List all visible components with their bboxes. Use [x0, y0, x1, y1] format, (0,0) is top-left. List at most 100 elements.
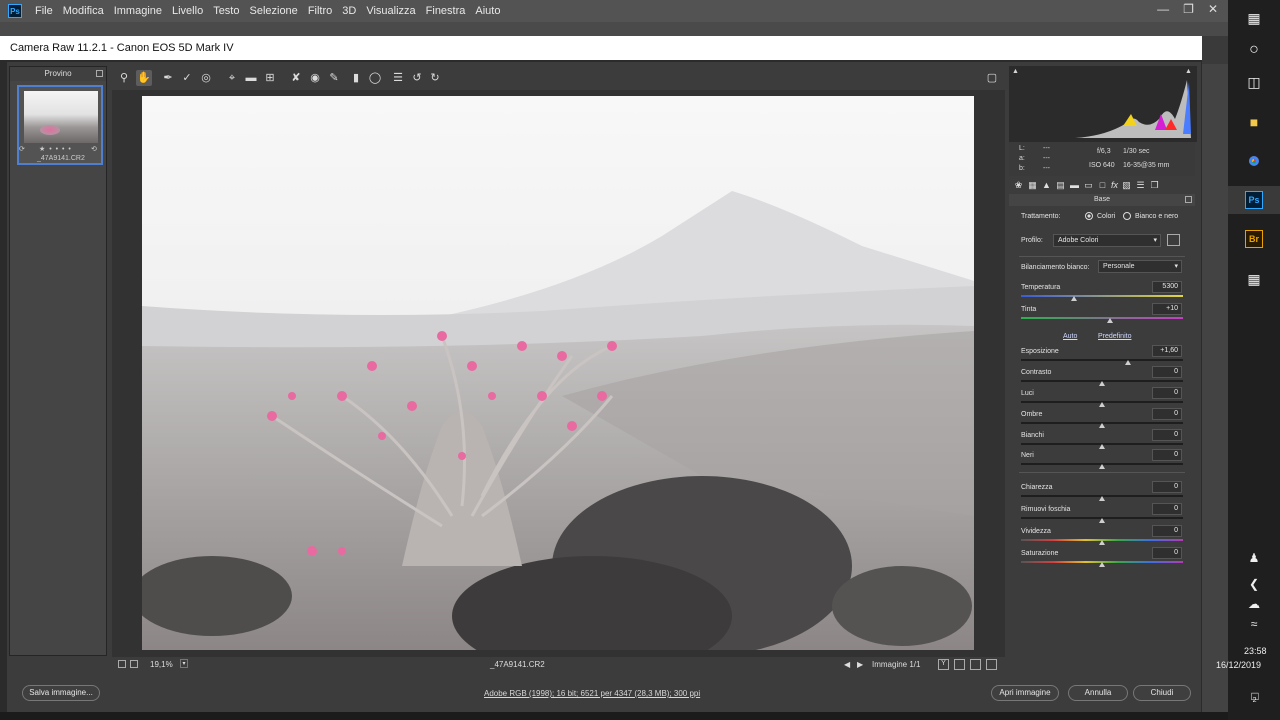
slider-value-field[interactable]: +10 — [1152, 303, 1182, 315]
zoom-out-icon[interactable] — [118, 660, 126, 668]
slider-thumb[interactable] — [1099, 423, 1105, 428]
cortana-icon[interactable]: ○ — [1242, 38, 1266, 62]
slider-value-field[interactable]: 0 — [1152, 408, 1182, 420]
people-icon[interactable]: ♟ — [1242, 546, 1266, 570]
close-icon[interactable]: ✕ — [1208, 2, 1218, 16]
white-balance-tool-icon[interactable]: ✒ — [160, 70, 176, 86]
previous-image-icon[interactable]: ◀ — [844, 660, 850, 669]
menu-livello[interactable]: Livello — [167, 0, 208, 22]
slider-thumb[interactable] — [1099, 562, 1105, 567]
bridge-icon[interactable]: Br — [1242, 227, 1266, 251]
slider-value-field[interactable]: 0 — [1152, 525, 1182, 537]
targeted-adjust-tool-icon[interactable]: ◎ — [198, 70, 214, 86]
cancel-button[interactable]: Annulla — [1068, 685, 1128, 701]
calendar-icon[interactable]: ▦ — [1242, 267, 1266, 291]
task-view-icon[interactable]: ◫ — [1242, 70, 1266, 94]
slider-thumb[interactable] — [1107, 318, 1114, 323]
split-toning-icon[interactable]: ▬ — [1069, 180, 1080, 191]
photo-preview[interactable] — [142, 96, 974, 650]
save-image-button[interactable]: Salva immagine... — [22, 685, 100, 701]
menu-3d[interactable]: 3D — [337, 0, 361, 22]
slider-value-field[interactable]: 5300 — [1152, 281, 1182, 293]
slider-thumb[interactable] — [1099, 381, 1105, 386]
minimize-icon[interactable]: — — [1157, 2, 1169, 16]
spot-removal-tool-icon[interactable]: ✘ — [288, 70, 304, 86]
profile-browser-icon[interactable] — [1167, 234, 1180, 246]
slider-value-field[interactable]: 0 — [1152, 387, 1182, 399]
done-button[interactable]: Chiudi — [1133, 685, 1191, 701]
copy-settings-icon[interactable] — [970, 659, 981, 670]
preview-settings-icon[interactable] — [986, 659, 997, 670]
slider-thumb[interactable] — [1099, 402, 1105, 407]
crop-tool-icon[interactable]: ⌖ — [224, 70, 240, 86]
slider-thumb[interactable] — [1071, 296, 1078, 301]
slider-value-field[interactable]: 0 — [1152, 503, 1182, 515]
treatment-bw-radio[interactable] — [1123, 212, 1131, 220]
treatment-color-radio[interactable] — [1085, 212, 1093, 220]
menu-file[interactable]: File — [30, 0, 58, 22]
slider-thumb[interactable] — [1099, 518, 1105, 523]
hsl-icon[interactable]: ▤ — [1055, 180, 1066, 191]
filmstrip-menu-icon[interactable] — [96, 70, 103, 77]
radial-filter-icon[interactable]: ◯ — [367, 70, 383, 86]
lens-corrections-icon[interactable]: ▭ — [1083, 180, 1094, 191]
detail-icon[interactable]: ▲ — [1041, 180, 1052, 191]
slider-value-field[interactable]: +1,60 — [1152, 345, 1182, 357]
hand-tool-icon[interactable]: ✋ — [136, 70, 152, 86]
transform-panel-icon[interactable]: □ — [1097, 180, 1108, 191]
next-image-icon[interactable]: ▶ — [857, 660, 863, 669]
slider-thumb[interactable] — [1099, 540, 1105, 545]
chrome-icon[interactable] — [1242, 149, 1266, 173]
photoshop-taskbar-icon[interactable]: Ps — [1228, 186, 1280, 214]
menu-modifica[interactable]: Modifica — [58, 0, 109, 22]
slider-track[interactable] — [1021, 295, 1183, 297]
presets-icon[interactable]: ☰ — [1135, 180, 1146, 191]
slider-track[interactable] — [1021, 317, 1183, 319]
clock-time[interactable]: 23:58 — [1244, 646, 1267, 656]
rotate-ccw-icon[interactable]: ↺ — [409, 70, 425, 86]
swap-settings-icon[interactable] — [954, 659, 965, 670]
rating-stars[interactable]: ★ • • • • — [39, 145, 72, 153]
before-after-icon[interactable]: Y — [938, 659, 949, 670]
default-button[interactable]: Predefinito — [1098, 333, 1131, 340]
transform-tool-icon[interactable]: ⊞ — [262, 70, 278, 86]
notification-icon[interactable]: □ 2 — [1242, 684, 1266, 708]
clock-date[interactable]: 16/12/2019 — [1216, 660, 1261, 670]
rotate-left-icon[interactable]: ⟳ — [19, 145, 25, 153]
start-icon[interactable]: ▦ — [1242, 6, 1266, 30]
auto-button[interactable]: Auto — [1063, 333, 1077, 340]
calibration-icon[interactable]: ▧ — [1121, 180, 1132, 191]
snapshots-icon[interactable]: ❐ — [1149, 180, 1160, 191]
file-explorer-icon[interactable]: ■ — [1242, 110, 1266, 134]
zoom-dropdown-icon[interactable]: ▾ — [180, 659, 188, 668]
slider-thumb[interactable] — [1124, 360, 1131, 365]
fullscreen-toggle-icon[interactable]: ▢ — [984, 70, 1000, 86]
slider-value-field[interactable]: 0 — [1152, 449, 1182, 461]
profile-select[interactable]: Adobe Colori ▾ — [1053, 234, 1161, 247]
menu-aiuto[interactable]: Aiuto — [470, 0, 505, 22]
red-eye-tool-icon[interactable]: ◉ — [307, 70, 323, 86]
menu-immagine[interactable]: Immagine — [109, 0, 167, 22]
menu-visualizza[interactable]: Visualizza — [361, 0, 420, 22]
graduated-filter-icon[interactable]: ▮ — [348, 70, 364, 86]
restore-icon[interactable]: ❐ — [1183, 2, 1194, 16]
menu-testo[interactable]: Testo — [208, 0, 244, 22]
rotate-right-icon[interactable]: ⟲ — [91, 145, 97, 153]
effects-icon[interactable]: fx — [1109, 180, 1120, 191]
color-sampler-tool-icon[interactable]: ✓ — [179, 70, 195, 86]
slider-value-field[interactable]: 0 — [1152, 366, 1182, 378]
slider-value-field[interactable]: 0 — [1152, 481, 1182, 493]
panel-menu-icon[interactable] — [1185, 196, 1192, 203]
workflow-options-link[interactable]: Adobe RGB (1998); 16 bit; 6521 per 4347 … — [484, 689, 700, 698]
adjustment-brush-icon[interactable]: ✎ — [326, 70, 342, 86]
rotate-cw-icon[interactable]: ↻ — [427, 70, 443, 86]
menu-filtro[interactable]: Filtro — [303, 0, 337, 22]
zoom-in-icon[interactable] — [130, 660, 138, 668]
zoom-level[interactable]: 19,1% — [150, 660, 173, 669]
slider-track[interactable] — [1021, 359, 1183, 361]
white-balance-select[interactable]: Personale ▾ — [1098, 260, 1182, 273]
slider-thumb[interactable] — [1099, 444, 1105, 449]
straighten-tool-icon[interactable]: ▬ — [243, 70, 259, 86]
slider-thumb[interactable] — [1099, 464, 1105, 469]
open-image-button[interactable]: Apri immagine — [991, 685, 1059, 701]
